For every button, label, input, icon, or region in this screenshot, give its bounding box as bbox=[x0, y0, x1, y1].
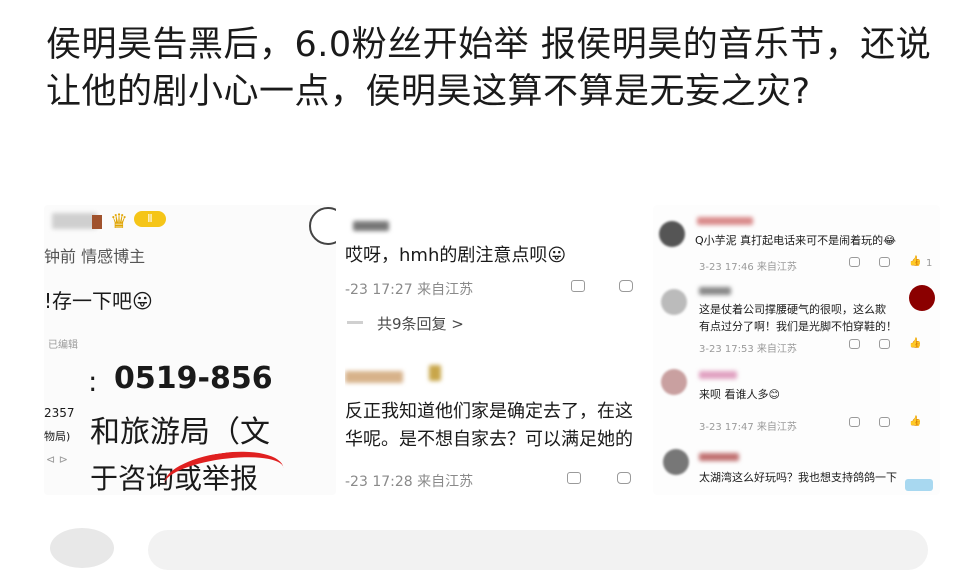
phone-number: 0519-856 bbox=[114, 361, 273, 396]
comment-meta: 钟前 情感博主 bbox=[44, 247, 146, 266]
red-scribble-icon bbox=[161, 444, 287, 495]
phone-prefix: : bbox=[88, 365, 98, 398]
comment-text: 来呗 看谁人多😊 bbox=[699, 388, 780, 401]
like-icon[interactable]: 👍 bbox=[909, 416, 921, 427]
comment-input[interactable] bbox=[148, 530, 928, 570]
current-user-avatar bbox=[50, 528, 114, 568]
comment-time: 3-23 17:47 来自江苏 bbox=[699, 422, 797, 433]
comment-text-line1: 这是仗着公司撑腰硬气的很呗，这么欺 bbox=[699, 303, 886, 316]
comment-text: 太湖湾这么好玩吗？我也想支持鸽鸽一下 bbox=[699, 471, 897, 484]
share-icon[interactable] bbox=[567, 472, 581, 484]
comment-time: 3-23 17:46 来自江苏 bbox=[699, 262, 797, 273]
post-title: 侯明昊告黑后，6.0粉丝开始举 报侯明昊的音乐节，还说让他的剧小心一点，侯明昊这… bbox=[46, 25, 932, 112]
org-fragment: 物局) bbox=[44, 430, 71, 443]
avatar bbox=[661, 289, 687, 315]
comment-text: Q小芋泥 真打起电话来可不是闹着玩的😂 bbox=[695, 234, 897, 247]
blurred-username bbox=[353, 221, 389, 231]
comment-icon[interactable] bbox=[617, 472, 631, 484]
comment-time: -23 17:28 来自江苏 bbox=[345, 474, 474, 490]
comment-text-line2: 华呢。是不想自家去？可以满足她的 bbox=[345, 429, 633, 450]
comment-text-line1: 反正我知道他们家是确定去了，在这 bbox=[345, 401, 633, 422]
avatar bbox=[661, 369, 687, 395]
blurred-username bbox=[699, 371, 737, 379]
screenshot-image-2[interactable]: 哎呀，hmh的剧注意点呗😛 -23 17:27 来自江苏 共9条回复 > 反正我… bbox=[345, 205, 640, 495]
blurred-username bbox=[52, 213, 97, 229]
replies-link[interactable]: 共9条回复 > bbox=[377, 313, 464, 334]
bureau-text: 和旅游局（文 bbox=[90, 415, 270, 450]
avatar bbox=[663, 449, 689, 475]
sticker-icon bbox=[309, 207, 336, 245]
blurred-username bbox=[345, 371, 403, 383]
screenshot-image-1[interactable]: ♛ Ⅱ 钟前 情感博主 !存一下吧😛 已编辑 : 0519-856 2357 物… bbox=[44, 205, 336, 495]
comment-icon[interactable] bbox=[619, 280, 633, 292]
share-icon[interactable] bbox=[849, 417, 860, 427]
blurred-username bbox=[697, 217, 753, 225]
crown-icon: ♛ bbox=[110, 209, 128, 233]
comment-text-line2: 有点过分了啊！我们是光脚不怕穿鞋的！ bbox=[699, 320, 897, 333]
screenshot-image-3[interactable]: Q小芋泥 真打起电话来可不是闹着玩的😂 3-23 17:46 来自江苏 👍 1 … bbox=[653, 205, 940, 495]
sticker-icon bbox=[905, 479, 933, 491]
number-fragment: 2357 bbox=[44, 406, 75, 420]
share-icon[interactable] bbox=[849, 257, 860, 267]
comment-icon[interactable] bbox=[879, 339, 890, 349]
comment-time: -23 17:27 来自江苏 bbox=[345, 282, 474, 298]
comment-text: 哎呀，hmh的剧注意点呗😛 bbox=[345, 245, 567, 266]
share-icon[interactable] bbox=[571, 280, 585, 292]
comment-icon[interactable] bbox=[879, 417, 890, 427]
avatar bbox=[659, 221, 685, 247]
user-badge-icon bbox=[429, 365, 441, 381]
edited-label: 已编辑 bbox=[48, 340, 78, 351]
share-icon[interactable] bbox=[849, 339, 860, 349]
like-icon[interactable]: 👍 bbox=[909, 338, 921, 349]
blurred-username bbox=[699, 453, 739, 461]
comment-time: 3-23 17:53 来自江苏 bbox=[699, 344, 797, 355]
divider bbox=[347, 321, 363, 324]
user-badge-icon bbox=[92, 215, 102, 229]
app-badge-icon bbox=[909, 285, 935, 311]
blurred-username bbox=[699, 287, 731, 295]
comment-icon[interactable] bbox=[879, 257, 890, 267]
comment-text: !存一下吧😛 bbox=[44, 289, 153, 313]
like-count: 1 bbox=[926, 258, 933, 269]
level-badge: Ⅱ bbox=[134, 211, 166, 227]
like-icon[interactable]: 👍 bbox=[909, 256, 921, 267]
nav-icons: ⊲ ⊳ bbox=[46, 453, 68, 466]
